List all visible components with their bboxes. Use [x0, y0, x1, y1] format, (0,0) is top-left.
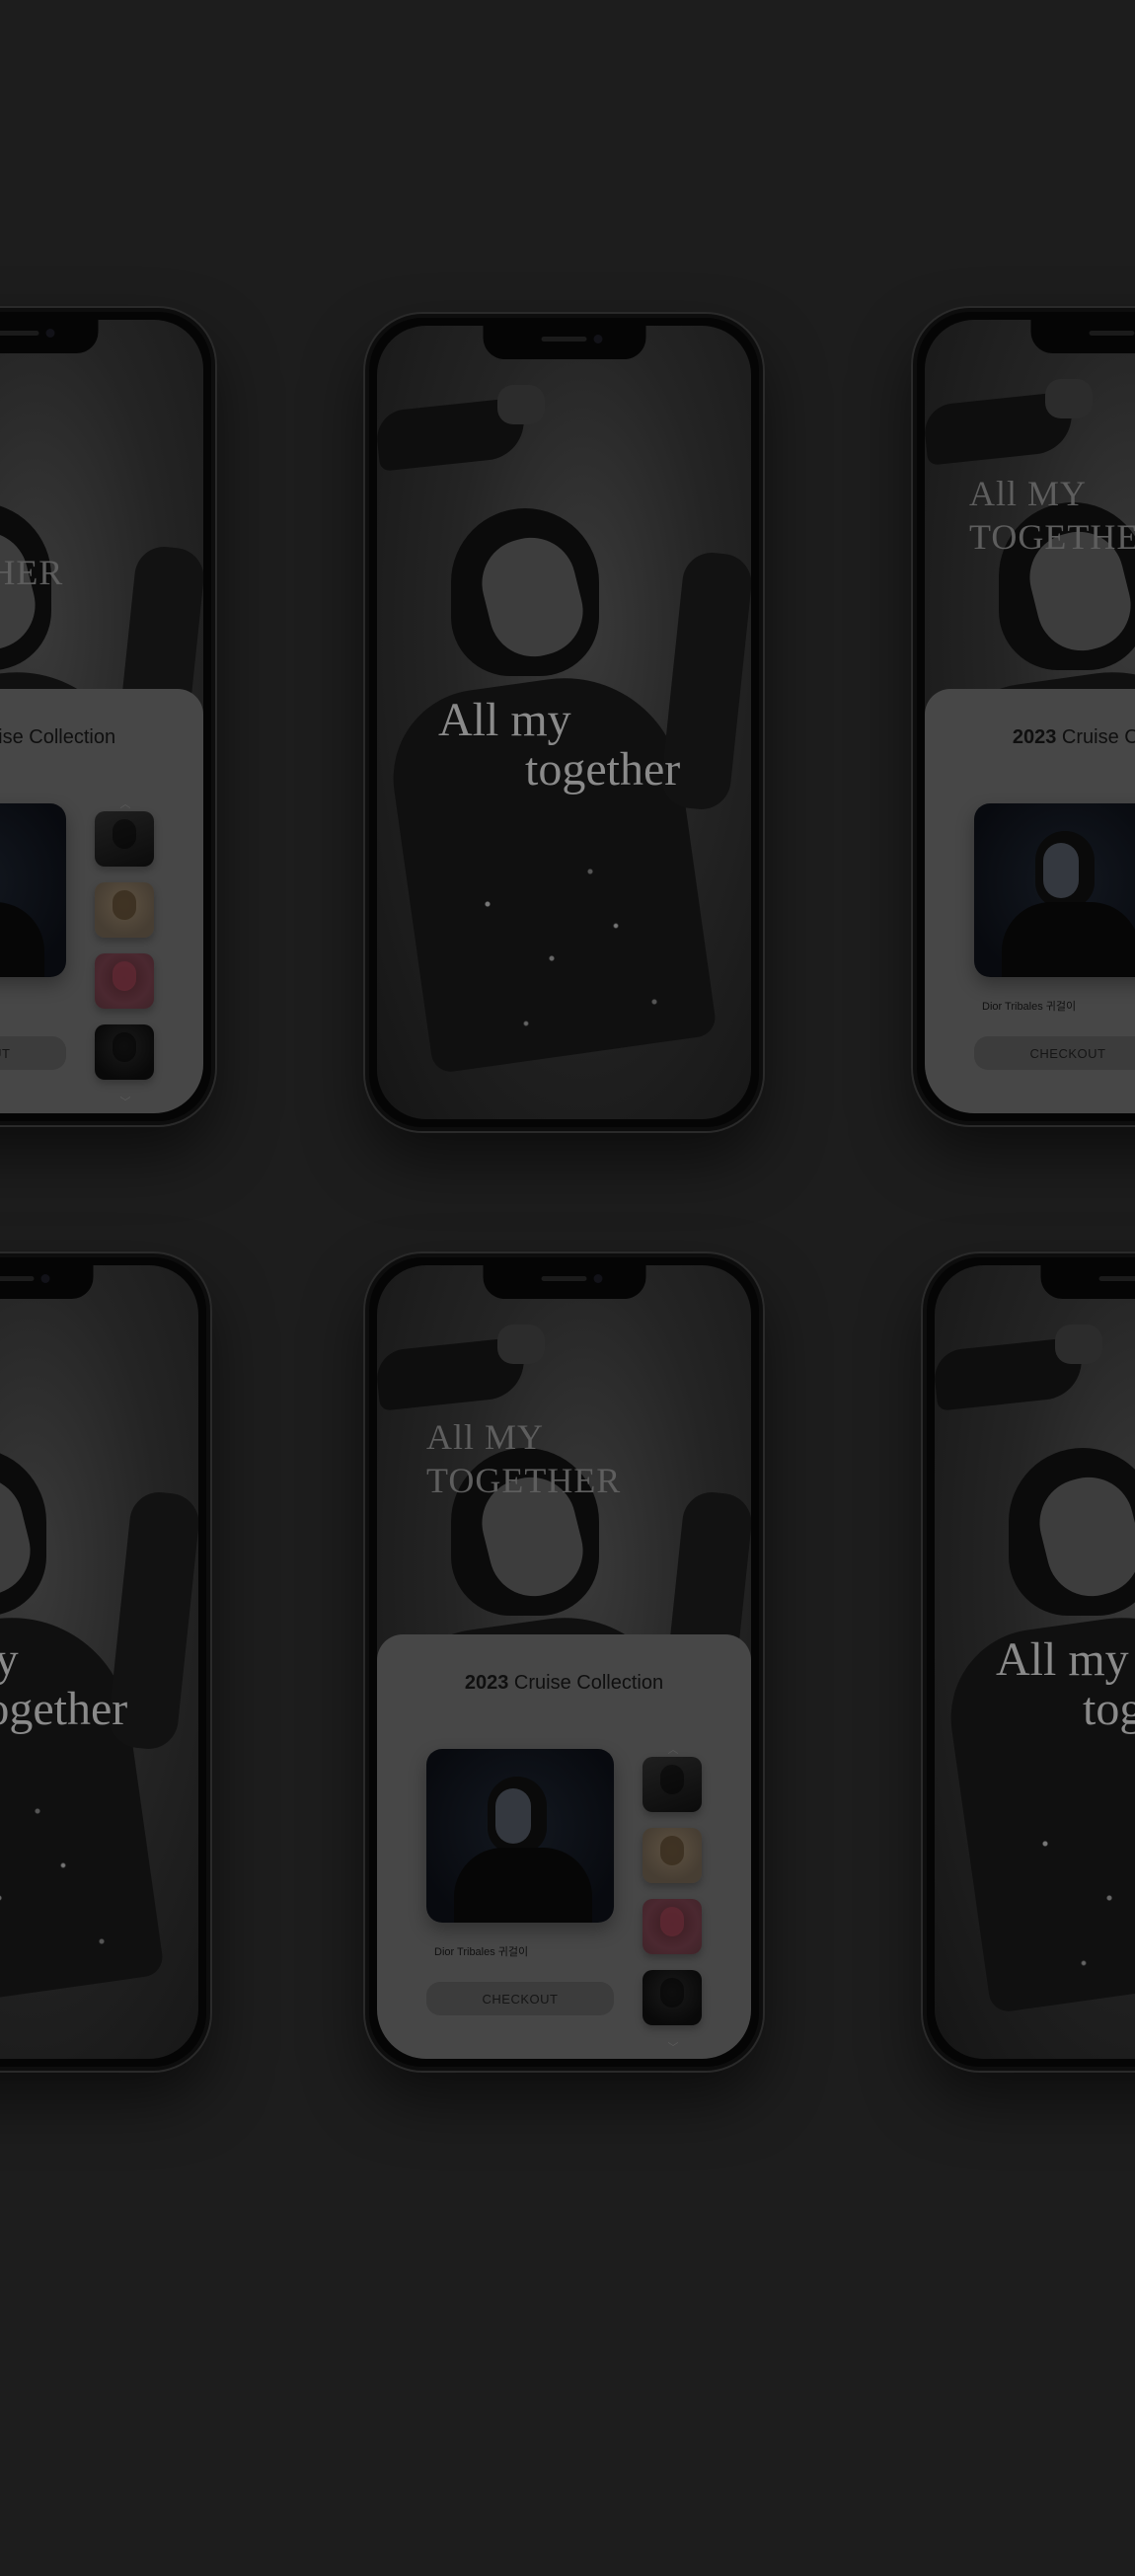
hero-caps-title: All MY TOGETHER [969, 472, 1135, 559]
collection-year: 2023 [1012, 726, 1057, 748]
hero-caps-title: All MY TOGETHER [0, 507, 63, 594]
hero-caps-line1: All MY [426, 1417, 545, 1457]
hero-script-line2: together [0, 1683, 128, 1735]
hero-script-line1: All my [996, 1633, 1129, 1686]
phone-screen: All MY TOGETHER 2023 Cruise Collection D… [925, 320, 1135, 1113]
hero-caps-line2: TOGETHER [426, 1461, 622, 1500]
phone-notch [0, 1265, 93, 1299]
hero-caps-line2: TOGETHER [969, 517, 1135, 557]
phone-mockup-top-center: All my together [365, 314, 763, 1131]
hero-script-line1: All my [438, 694, 571, 746]
hero-script-line1: All my [0, 1634, 19, 1686]
hero-caps-line2: TOGETHER [0, 553, 64, 592]
phone-screen: All my together [935, 1265, 1135, 2059]
phone-notch [483, 326, 645, 359]
product-main-image[interactable] [974, 803, 1135, 977]
hero-script-line2: together [1083, 1683, 1135, 1735]
chevron-down-icon[interactable]: ﹀ [643, 2041, 704, 2055]
collection-sheet: 2023 Cruise Collection Dior Tribales 귀걸이… [377, 1634, 751, 2059]
product-main-image[interactable] [0, 803, 66, 977]
phone-mockup-bottom-left: All my together [0, 1253, 210, 2071]
phone-notch [1040, 1265, 1135, 1299]
thumbnail-item[interactable] [95, 882, 154, 938]
collection-year: 2023 [464, 1672, 509, 1694]
checkout-button[interactable]: CHECKOUT [426, 1982, 614, 2015]
phone-notch [0, 320, 98, 353]
phone-mockup-bottom-center: All MY TOGETHER 2023 Cruise Collection D… [365, 1253, 763, 2071]
phone-notch [1030, 320, 1135, 353]
chevron-down-icon[interactable]: ﹀ [95, 1096, 156, 1109]
thumbnail-list: ︿ ﹀ [643, 1743, 704, 2055]
phone-screen: All my together [0, 1265, 198, 2059]
collection-title-text: Cruise Collection [0, 726, 116, 748]
collection-sheet: 2023 Cruise Collection Dior Tribales 귀걸이… [925, 689, 1135, 1113]
product-main-image[interactable] [426, 1749, 614, 1923]
thumbnail-item[interactable] [643, 1757, 702, 1812]
hero-caps-line1: All MY [0, 507, 63, 551]
phone-screen: All MY TOGETHER 2023 Cruise Collection D… [0, 320, 203, 1113]
collection-sheet: 2023 Cruise Collection Dior Tribales 귀걸이… [0, 689, 203, 1113]
thumbnail-item[interactable] [643, 1899, 702, 1954]
collection-title-text: Cruise Collection [508, 1672, 664, 1694]
thumbnail-list: ︿ ﹀ [95, 797, 156, 1109]
chevron-up-icon[interactable]: ︿ [643, 1743, 704, 1757]
collection-title: 2023 Cruise Collection [377, 1672, 751, 1695]
thumbnail-item[interactable] [95, 1024, 154, 1080]
phone-mockup-top-left: All MY TOGETHER 2023 Cruise Collection D… [0, 308, 215, 1125]
phone-screen: All my together [377, 326, 751, 1119]
thumbnail-item[interactable] [95, 811, 154, 867]
collection-title: 2023 Cruise Collection [0, 726, 203, 749]
product-name: Dior Tribales 귀걸이 [982, 1001, 1077, 1013]
collection-title-text: Cruise Collection [1061, 726, 1135, 748]
phone-mockup-top-right: All MY TOGETHER 2023 Cruise Collection D… [913, 308, 1135, 1125]
collection-title: 2023 Cruise Collection [925, 726, 1135, 749]
hero-caps-line1: All MY [969, 474, 1088, 513]
chevron-up-icon[interactable]: ︿ [95, 797, 156, 811]
checkout-button[interactable]: CHECKOUT [974, 1036, 1135, 1070]
thumbnail-item[interactable] [643, 1828, 702, 1883]
phone-notch [483, 1265, 645, 1299]
phone-screen: All MY TOGETHER 2023 Cruise Collection D… [377, 1265, 751, 2059]
thumbnail-item[interactable] [95, 953, 154, 1009]
mockup-stage: All MY TOGETHER 2023 Cruise Collection D… [0, 0, 1135, 2576]
hero-script-line2: together [525, 743, 681, 796]
hero-caps-title: All MY TOGETHER [426, 1415, 621, 1502]
product-name: Dior Tribales 귀걸이 [434, 1946, 529, 1958]
checkout-button[interactable]: CHECKOUT [0, 1036, 66, 1070]
phone-mockup-bottom-right: All my together [923, 1253, 1135, 2071]
thumbnail-item[interactable] [643, 1970, 702, 2025]
hero-photo [0, 1265, 198, 2059]
